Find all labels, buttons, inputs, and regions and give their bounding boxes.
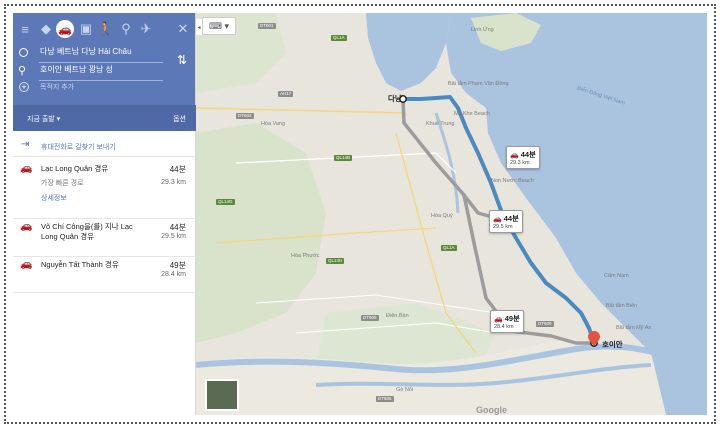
route-option-2[interactable]: 🚗 Võ Chí Công을(를) 지나 Lạc Long Quân 경유 44… — [13, 219, 196, 257]
map-label: Hòa Quý — [431, 213, 453, 219]
walk-icon[interactable]: 🚶 — [96, 19, 116, 39]
map-label: Gò Nổi — [396, 387, 414, 393]
road-badge: QL14H — [326, 258, 345, 264]
origin-place-label: 다낭 — [388, 94, 402, 103]
depart-options-bar: 지금 출발 ▾ 옵션 — [13, 105, 196, 131]
destination-pin-icon: ⚲ — [18, 65, 27, 77]
directions-panel: ≡ ◆ 🚗 ▣ 🚶 ⚲ ✈ ✕ 다낭 베트남 다낭 Hải Châu ⚲ 호이안… — [13, 13, 196, 415]
send-to-phone[interactable]: ⇥ 휴대전화로 길찾기 보내기 — [13, 135, 196, 157]
travel-mode-bar: ≡ ◆ 🚗 ▣ 🚶 ⚲ ✈ ✕ — [13, 19, 196, 39]
route-option-1[interactable]: 🚗 Lạc Long Quân 경유 44분 가장 빠른 경로 29.3 km … — [13, 161, 196, 219]
route-name: Võ Chí Công을(를) 지나 Lạc Long Quân 경유 — [41, 222, 133, 241]
road-badge: QL1A — [331, 35, 347, 41]
transit-icon[interactable]: ▣ — [76, 19, 96, 39]
flight-icon[interactable]: ✈ — [136, 19, 156, 39]
map-label: Hòa Vang — [261, 121, 286, 127]
origin-dot-icon — [19, 48, 28, 57]
road-badge: DT601 — [258, 23, 276, 29]
route-name: Lạc Long Quân 경유 — [41, 164, 109, 173]
swap-icon[interactable]: ⇅ — [177, 53, 187, 67]
destination-row[interactable]: ⚲ 호이안 베트남 꽝남 성 — [13, 63, 196, 81]
depart-now-dropdown[interactable]: 지금 출발 ▾ — [27, 114, 60, 124]
map-label: My Khe Beach — [454, 111, 490, 117]
map-label: Non Nước Beach — [491, 178, 534, 184]
route-subtitle: 가장 빠른 경로 — [41, 180, 84, 187]
map-label: Cẩm Nam — [604, 273, 629, 279]
map-label: Bãi tắm Biển — [606, 303, 638, 309]
car-icon: 🚗 — [510, 152, 519, 159]
phone-icon: ⇥ — [21, 139, 30, 150]
bicycle-icon[interactable]: ⚲ — [116, 19, 136, 39]
route-callout-1[interactable]: 🚗 44분 29.3 km — [506, 146, 540, 169]
destination-underline — [39, 80, 163, 81]
car-icon: 🚗 — [493, 216, 502, 223]
add-destination-label: 목적지 추가 — [40, 84, 75, 91]
road-badge: DT609 — [536, 321, 554, 327]
route-time: 49분 — [169, 261, 186, 270]
map-label: Hòa Phước — [291, 253, 320, 259]
road-badge: QL14G — [216, 199, 235, 205]
send-to-phone-label: 휴대전화로 길찾기 보내기 — [41, 144, 116, 151]
route-distance: 28.4 km — [161, 271, 186, 278]
road-badge: DT606 — [376, 396, 394, 402]
road-badge: DT602 — [236, 113, 254, 119]
car-icon: 🚗 — [494, 316, 503, 323]
map-label: Khuê Trung — [426, 121, 455, 127]
route-callout-3[interactable]: 🚗 49분 28.4 km — [490, 310, 524, 333]
map-label: Bãi tắm Mỹ An — [616, 325, 652, 331]
google-maps-window: ≡ ◆ 🚗 ▣ 🚶 ⚲ ✈ ✕ 다낭 베트남 다낭 Hải Châu ⚲ 호이안… — [13, 13, 707, 415]
directions-header: ≡ ◆ 🚗 ▣ 🚶 ⚲ ✈ ✕ 다낭 베트남 다낭 Hải Châu ⚲ 호이안… — [13, 13, 196, 131]
menu-icon[interactable]: ≡ — [15, 19, 35, 39]
plus-icon: + — [19, 82, 29, 92]
route-distance: 29.3 km — [161, 179, 186, 186]
destination-input[interactable]: 호이안 베트남 꽝남 성 — [40, 64, 113, 75]
route-name: Nguyễn Tất Thành 경유 — [41, 260, 119, 269]
route-option-3[interactable]: 🚗 Nguyễn Tất Thành 경유 49분 28.4 km — [13, 257, 196, 293]
add-destination[interactable]: + 목적지 추가 — [13, 82, 196, 96]
satellite-toggle[interactable] — [205, 379, 239, 411]
car-icon: 🚗 — [20, 221, 33, 232]
options-button[interactable]: 옵션 — [173, 114, 186, 124]
road-badge: AH17 — [278, 91, 294, 97]
route-distance: 29.5 km — [161, 233, 186, 240]
input-tools-button[interactable]: ⌨ ▾ — [202, 17, 236, 35]
map-label: Linh Ứng — [471, 27, 494, 33]
map-label: Điện Bàn — [386, 313, 409, 319]
origin-row[interactable]: 다낭 베트남 다낭 Hải Châu — [13, 45, 196, 63]
destination-place-label: 호이안 — [602, 340, 623, 349]
car-icon: 🚗 — [20, 259, 33, 270]
route-time: 44분 — [169, 223, 186, 232]
origin-input[interactable]: 다낭 베트남 다낭 Hải Châu — [40, 46, 132, 57]
google-logo: Google — [476, 405, 507, 415]
route-time: 44분 — [169, 165, 186, 174]
route-callout-2[interactable]: 🚗 44분 29.5 km — [489, 210, 523, 233]
map-canvas[interactable]: ◂ ⌨ ▾ Linh Ứng Bãi tắm Phạm Văn Đồng My … — [196, 13, 707, 415]
road-badge: QL14B — [334, 155, 353, 161]
route-details-link[interactable]: 상세정보 — [41, 193, 67, 203]
road-badge: DT605 — [361, 315, 379, 321]
road-badge: QL1A — [441, 245, 457, 251]
best-route-icon[interactable]: ◆ — [36, 19, 56, 39]
car-icon[interactable]: 🚗 — [56, 20, 74, 38]
map-label: Bãi tắm Phạm Văn Đồng — [448, 81, 509, 87]
close-icon[interactable]: ✕ — [173, 19, 193, 39]
car-icon: 🚗 — [20, 163, 33, 174]
